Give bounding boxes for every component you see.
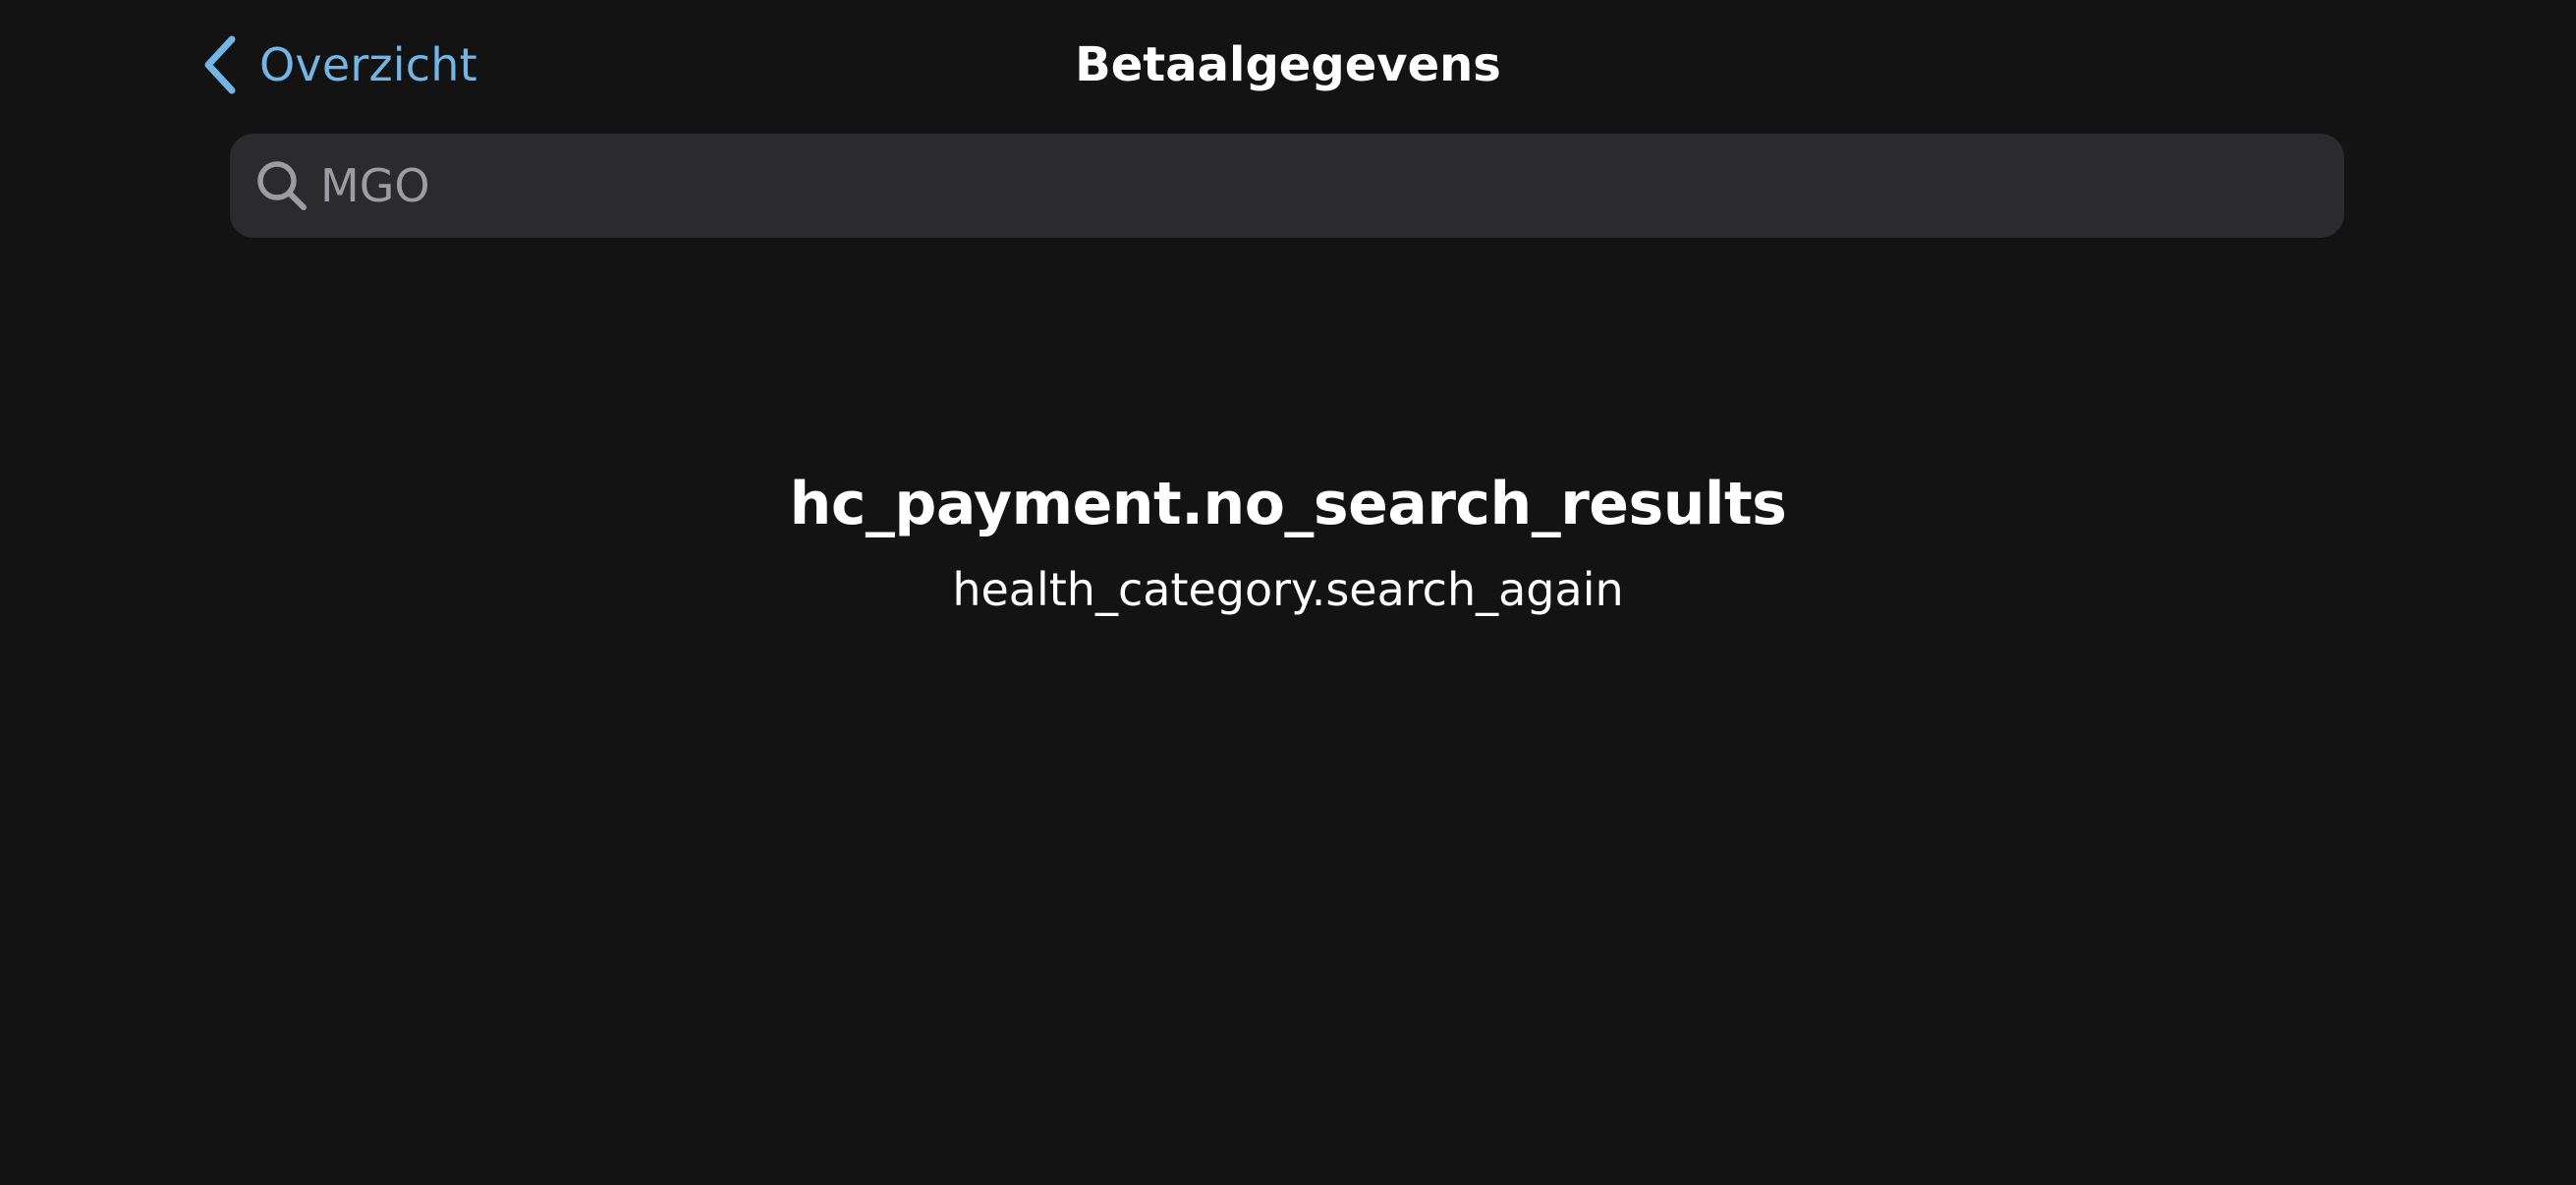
search-input[interactable] (320, 146, 2344, 225)
empty-state: hc_payment.no_search_results health_cate… (0, 460, 2576, 621)
page-title: Betaalgegevens (1075, 37, 1501, 92)
payment-details-screen: Overzicht Betaalgegevens hc_payment.no_s… (0, 0, 2576, 1185)
search-field[interactable] (230, 134, 2344, 238)
search-icon (252, 155, 312, 216)
no-results-title: hc_payment.no_search_results (789, 470, 1787, 538)
search-again-hint: health_category.search_again (952, 563, 1624, 616)
